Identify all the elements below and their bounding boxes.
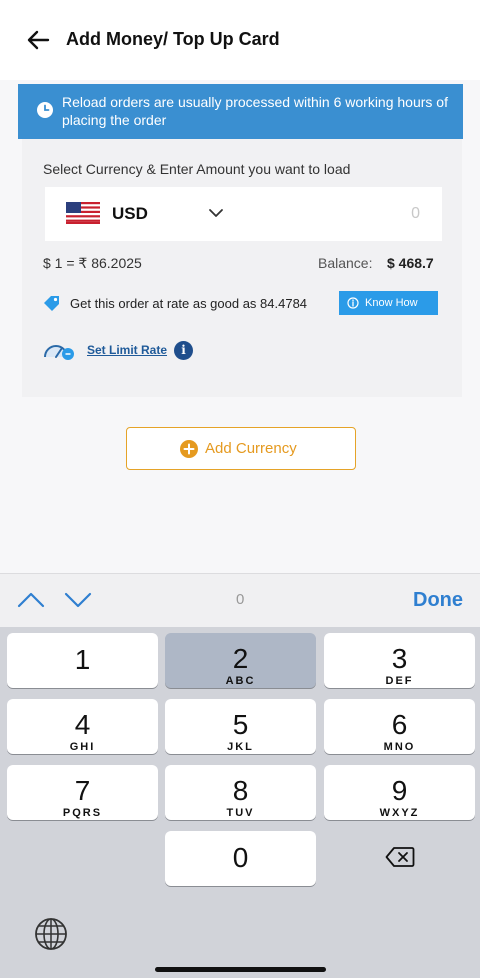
plus-circle-icon — [180, 440, 198, 458]
key-9[interactable]: 9 WXYZ — [324, 765, 475, 820]
key-letters: JKL — [227, 741, 254, 753]
add-currency-button[interactable]: Add Currency — [126, 427, 356, 470]
tag-icon — [44, 296, 59, 311]
balance-label: Balance: — [318, 255, 373, 271]
key-number: 3 — [391, 643, 408, 674]
card-label: Select Currency & Enter Amount you want … — [43, 161, 351, 177]
add-currency-label: Add Currency — [205, 440, 297, 457]
key-number: 2 — [232, 643, 249, 674]
info-icon[interactable]: i — [174, 341, 193, 360]
key-letters: GHI — [69, 741, 96, 753]
exchange-rate: $ 1 = ₹ 86.2025 — [43, 255, 142, 271]
key-6[interactable]: 6 MNO — [324, 699, 475, 754]
key-number: 8 — [232, 775, 249, 806]
load-card: Select Currency & Enter Amount you want … — [22, 139, 462, 397]
us-flag-icon — [66, 202, 100, 224]
page-title: Add Money/ Top Up Card — [66, 29, 280, 49]
balance-value: $ 468.7 — [387, 255, 434, 271]
info-banner-text: Reload orders are usually processed with… — [62, 94, 448, 128]
numeric-keyboard: 1 2 ABC 3 DEF 4 GHI 5 JKL 6 MNO 7 PQRS 8… — [0, 627, 480, 978]
offer-text: Get this order at rate as good as 84.478… — [70, 296, 308, 311]
key-0[interactable]: 0 — [165, 831, 316, 886]
key-letters: WXYZ — [379, 807, 420, 819]
delete-key[interactable] — [324, 830, 475, 885]
key-letters: TUV — [226, 807, 255, 819]
keyboard-accessory-bar: 0 Done — [0, 573, 480, 627]
speedometer-icon — [44, 345, 74, 360]
key-number: 7 — [74, 775, 91, 806]
key-number: 5 — [232, 709, 249, 740]
backspace-icon — [385, 847, 415, 867]
clock-icon — [37, 102, 53, 118]
key-3[interactable]: 3 DEF — [324, 633, 475, 688]
chevron-down-icon[interactable] — [63, 590, 93, 610]
key-7[interactable]: 7 PQRS — [7, 765, 158, 820]
key-letters: MNO — [383, 741, 416, 753]
key-number: 1 — [74, 644, 91, 675]
app-header: Add Money/ Top Up Card — [0, 0, 480, 80]
set-limit-rate-link[interactable]: Set Limit Rate — [87, 343, 167, 357]
done-button[interactable]: Done — [413, 589, 463, 612]
key-4[interactable]: 4 GHI — [7, 699, 158, 754]
amount-input[interactable]: 0 — [411, 205, 420, 223]
info-circle-icon — [347, 297, 359, 309]
chevron-down-icon[interactable] — [208, 207, 224, 219]
know-how-button[interactable]: Know How — [339, 291, 438, 315]
key-letters: ABC — [225, 675, 256, 687]
key-2[interactable]: 2 ABC — [165, 633, 316, 688]
chevron-up-icon[interactable] — [16, 590, 46, 610]
key-number: 6 — [391, 709, 408, 740]
key-1[interactable]: 1 — [7, 633, 158, 688]
know-how-label: Know How — [365, 297, 418, 309]
key-number: 4 — [74, 709, 91, 740]
currency-code[interactable]: USD — [112, 204, 148, 224]
arrow-left-icon[interactable] — [24, 26, 52, 54]
globe-icon[interactable] — [34, 917, 68, 951]
key-5[interactable]: 5 JKL — [165, 699, 316, 754]
key-letters: DEF — [385, 675, 414, 687]
key-number: 9 — [391, 775, 408, 806]
currency-row: USD 0 — [45, 187, 442, 241]
accessory-field-value: 0 — [236, 591, 245, 608]
key-8[interactable]: 8 TUV — [165, 765, 316, 820]
key-letters: PQRS — [62, 807, 103, 819]
info-banner: Reload orders are usually processed with… — [18, 84, 463, 139]
home-indicator — [155, 967, 326, 972]
key-number: 0 — [232, 842, 249, 873]
